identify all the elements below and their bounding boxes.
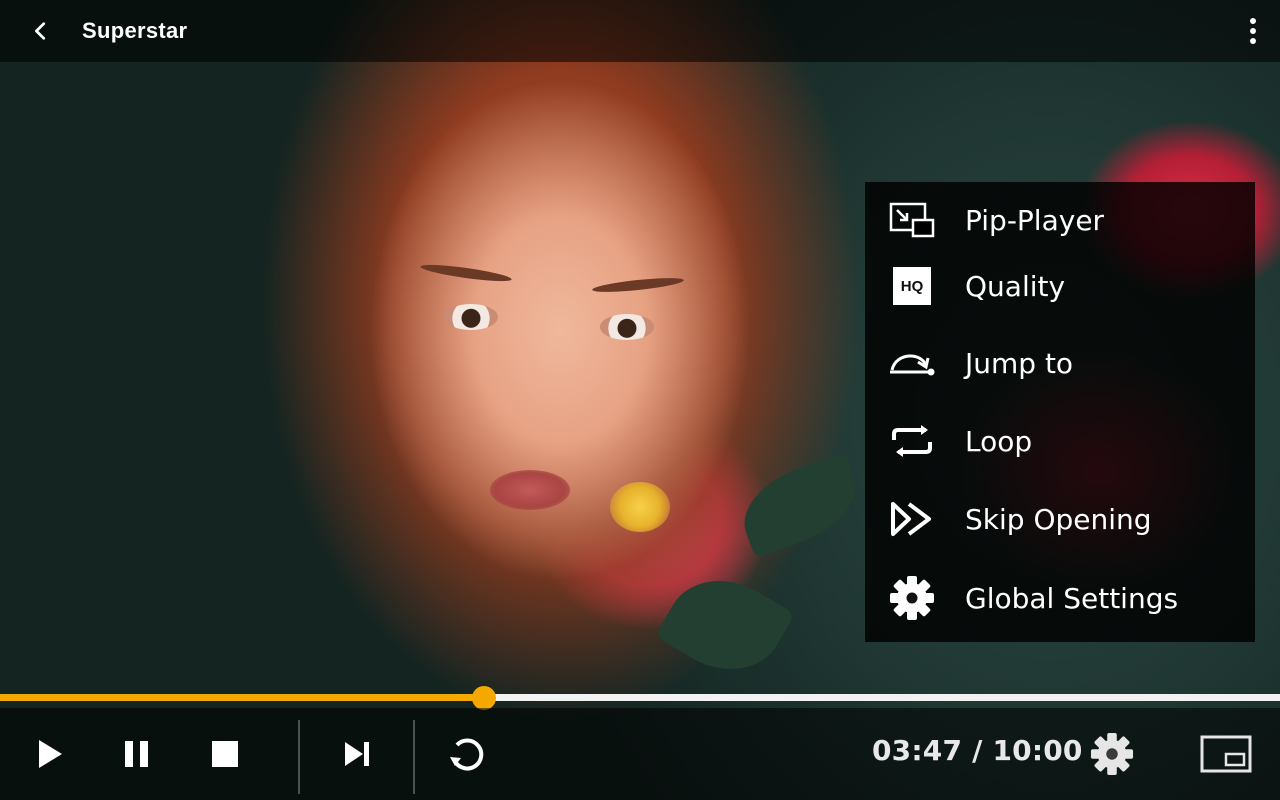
replay-button[interactable] <box>439 726 495 782</box>
control-bar: 03:47 / 10:00 <box>0 708 1280 800</box>
menu-item-label: Jump to <box>965 346 1074 380</box>
menu-item-label: Loop <box>965 424 1033 458</box>
menu-item-label: Pip-Player <box>965 203 1105 237</box>
time-display: 03:47 / 10:00 <box>872 734 1083 767</box>
more-vertical-icon <box>1250 18 1256 44</box>
menu-item-global-settings[interactable]: Global Settings <box>865 566 1255 630</box>
menu-item-skip-opening[interactable]: Skip Opening <box>865 487 1255 551</box>
menu-item-loop[interactable]: Loop <box>865 409 1255 473</box>
menu-item-label: Quality <box>965 269 1066 303</box>
play-button[interactable] <box>22 726 78 782</box>
more-options-button[interactable] <box>1236 0 1270 62</box>
next-button[interactable] <box>329 726 385 782</box>
control-divider <box>298 720 300 794</box>
player-options-menu: Pip-Player HQ Quality Jump to Loop Skip … <box>865 182 1255 642</box>
menu-item-pip-player[interactable]: Pip-Player <box>865 188 1255 252</box>
video-frame-detail <box>419 261 513 285</box>
stop-icon <box>212 741 238 767</box>
seek-bar-thumb[interactable] <box>472 686 497 710</box>
next-icon <box>345 742 369 766</box>
aspect-ratio-icon <box>1200 735 1252 773</box>
video-frame-detail <box>654 558 796 692</box>
menu-item-label: Skip Opening <box>965 502 1152 536</box>
video-frame-detail <box>610 482 670 532</box>
video-frame-detail <box>600 314 654 340</box>
menu-item-label: Global Settings <box>965 581 1179 615</box>
video-title: Superstar <box>82 18 188 43</box>
hq-badge: HQ <box>893 267 931 305</box>
hq-icon: HQ <box>887 261 937 311</box>
pause-button[interactable] <box>109 726 165 782</box>
video-player[interactable]: Superstar Pip-Player HQ Quality Jump to … <box>0 0 1280 800</box>
replay-icon <box>450 738 484 771</box>
pip-icon <box>887 195 937 245</box>
stop-button[interactable] <box>197 726 253 782</box>
back-button[interactable] <box>0 0 82 62</box>
seek-bar[interactable] <box>0 686 1280 710</box>
gear-icon <box>887 573 937 623</box>
menu-item-jump-to[interactable]: Jump to <box>865 331 1255 395</box>
video-frame-detail <box>731 451 869 559</box>
video-frame-detail <box>444 304 498 330</box>
settings-button[interactable] <box>1084 726 1140 782</box>
skip-forward-icon <box>887 494 937 544</box>
aspect-ratio-button[interactable] <box>1198 726 1254 782</box>
top-bar: Superstar <box>0 0 1280 62</box>
menu-item-quality[interactable]: HQ Quality <box>865 254 1255 318</box>
jump-to-icon <box>887 338 937 388</box>
video-frame-detail <box>490 470 570 510</box>
control-divider <box>413 720 415 794</box>
settings-icon <box>1090 732 1134 776</box>
play-icon <box>39 740 62 768</box>
loop-icon <box>887 416 937 466</box>
seek-bar-progress <box>0 694 485 701</box>
chevron-left-icon <box>35 22 46 40</box>
video-frame-detail <box>591 275 685 295</box>
pause-icon <box>125 741 148 767</box>
